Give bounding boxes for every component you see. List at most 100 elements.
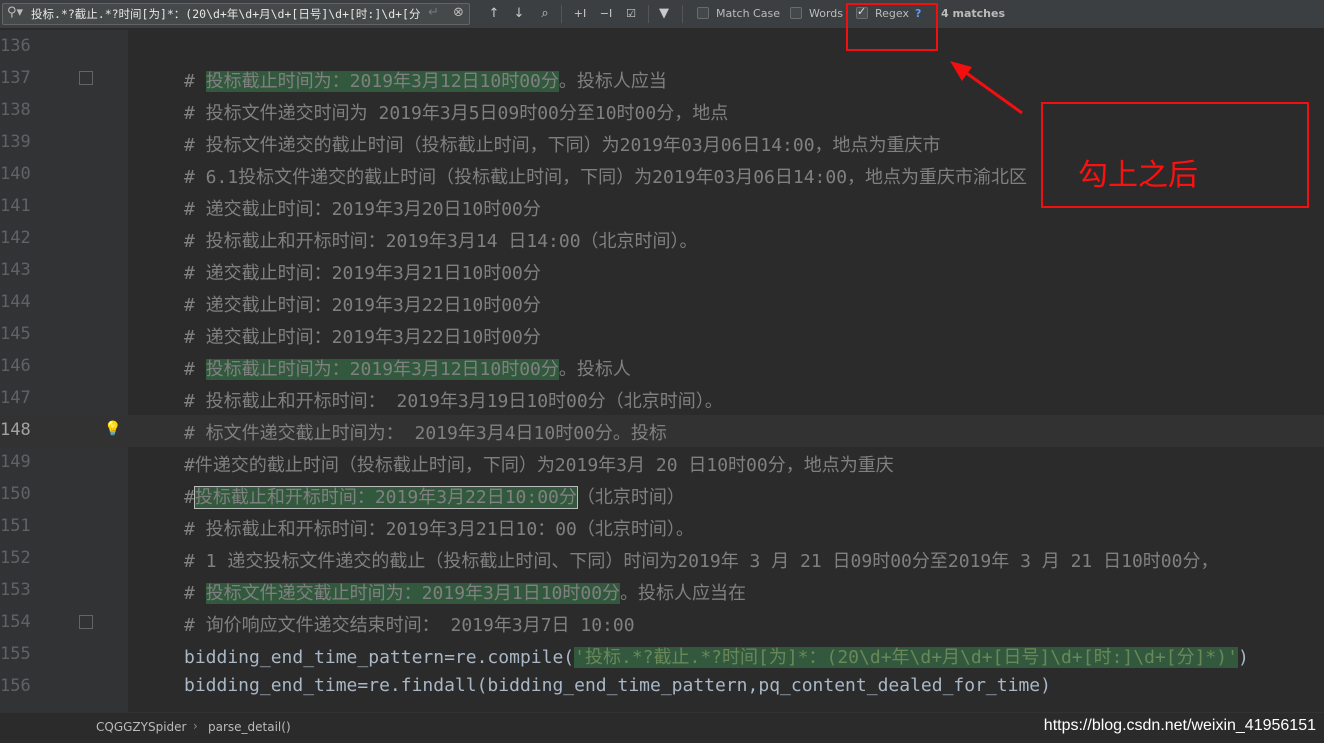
line-number: 136 (0, 36, 31, 56)
comment-prefix: # (184, 583, 206, 604)
code-text: # 递交截止时间：2019年3月21日10时00分 (184, 263, 541, 284)
newline-icon[interactable]: ↵ (428, 5, 439, 20)
code-line[interactable]: 145 # 递交截止时间：2019年3月22日10时00分 (0, 319, 1324, 351)
code-text: # 投标截止时间为：2019年3月12日10时00分。投标人 (184, 355, 631, 381)
line-number: 143 (0, 260, 31, 280)
next-match-icon[interactable]: ↓ (511, 4, 527, 24)
filter-icon[interactable]: ▼ (655, 4, 673, 24)
find-all-icon[interactable]: ⌕ (536, 4, 554, 24)
line-number: 147 (0, 388, 31, 408)
code-line[interactable]: 149 #件递交的截止时间（投标截止时间，下同）为2019年3月 20 日10时0… (0, 447, 1324, 479)
code-text: # 6.1投标文件递交的截止时间（投标截止时间，下同）为2019年03月06日1… (184, 167, 1028, 188)
code-line[interactable]: 147 # 投标截止和开标时间： 2019年3月19日10时00分（北京时间）。 (0, 383, 1324, 415)
words-label[interactable]: Words (809, 7, 843, 20)
regex-string-literal: '投标.*?截止.*?时间[为]*：(20\d+年\d+月\d+[日号]\d+[… (574, 647, 1238, 668)
breadcrumb-separator: › (193, 719, 198, 733)
match-case-checkbox[interactable] (697, 7, 709, 19)
code-text: # 询价响应文件递交结束时间： 2019年3月7日 10:00 (184, 615, 635, 636)
code-line[interactable]: 137 # 投标截止时间为：2019年3月12日10时00分。投标人应当 (0, 63, 1324, 95)
line-number: 150 (0, 484, 31, 504)
previous-match-icon[interactable]: ↑ (486, 4, 502, 24)
search-input[interactable] (31, 6, 421, 22)
code-segment: bidding_end_time_pattern=re.compile( (184, 647, 575, 668)
words-checkbox[interactable] (790, 7, 802, 19)
code-line[interactable]: 151 # 投标截止和开标时间：2019年3月21日10：00（北京时间）。 (0, 511, 1324, 543)
find-toolbar: ⚲▾ ↵ ⊗ ↑ ↓ ⌕ +I −I ☑ ▼ Match Case Words … (0, 0, 1324, 29)
comment-suffix: 。投标人应当 (558, 71, 667, 92)
code-segment: bidding_end_time=re.findall(bidding_end_… (184, 675, 1051, 696)
code-line[interactable]: 154 # 询价响应文件递交结束时间： 2019年3月7日 10:00 (0, 607, 1324, 639)
regex-match-highlight: 投标截止时间为：2019年3月12日10时00分 (205, 71, 559, 92)
line-number: 142 (0, 228, 31, 248)
code-text: # 投标截止和开标时间：2019年3月21日10：00（北京时间）。 (184, 519, 694, 540)
code-line[interactable]: 136 (0, 31, 1324, 63)
fold-marker-icon[interactable] (79, 615, 93, 629)
code-text: bidding_end_time_pattern=re.compile('投标.… (184, 643, 1249, 669)
code-text: # 投标截止时间为：2019年3月12日10时00分。投标人应当 (184, 67, 667, 93)
match-case-label[interactable]: Match Case (716, 7, 780, 20)
code-line[interactable]: 148 # 标文件递交截止时间为： 2019年3月4日10时00分。投标 💡 (0, 415, 1324, 447)
code-line[interactable]: 144 # 递交截止时间：2019年3月22日10时00分 (0, 287, 1324, 319)
line-number: 151 (0, 516, 31, 536)
line-number: 144 (0, 292, 31, 312)
code-text: # 递交截止时间：2019年3月22日10时00分 (184, 295, 541, 316)
line-number: 148 (0, 420, 31, 440)
watermark-url: https://blog.csdn.net/weixin_41956151 (1043, 717, 1316, 734)
comment-suffix: 。投标人 (558, 359, 631, 380)
line-number: 137 (0, 68, 31, 88)
regex-match-highlight: 投标截止时间为：2019年3月12日10时00分 (205, 359, 559, 380)
code-line[interactable]: 150 #投标截止和开标时间：2019年3月22日10:00分（北京时间） (0, 479, 1324, 511)
match-count: 4 matches (941, 7, 1005, 20)
line-number: 152 (0, 548, 31, 568)
code-text: # 投标文件递交时间为 2019年3月5日09时00分至10时00分，地点 (184, 103, 729, 124)
toolbar-separator (561, 5, 562, 23)
toolbar-separator (682, 5, 683, 23)
code-line[interactable]: 146 # 投标截止时间为：2019年3月12日10时00分。投标人 (0, 351, 1324, 383)
search-history-icon[interactable]: ⚲▾ (7, 5, 23, 20)
code-line[interactable]: 153 # 投标文件递交截止时间为：2019年3月1日10时00分。投标人应当在 (0, 575, 1324, 607)
code-line[interactable]: 142 # 投标截止和开标时间：2019年3月14 日14:00（北京时间）。 (0, 223, 1324, 255)
search-field[interactable]: ⚲▾ ↵ ⊗ (2, 3, 470, 25)
code-segment: ) (1237, 647, 1249, 668)
line-number: 138 (0, 100, 31, 120)
annotation-text: 勾上之后 (1078, 158, 1198, 193)
select-all-occurrences-icon[interactable]: ☑ (621, 4, 641, 24)
remove-occurrence-icon[interactable]: −I (596, 4, 616, 24)
code-text: # 投标文件递交截止时间为：2019年3月1日10时00分。投标人应当在 (184, 579, 746, 605)
annotation-box-regex (846, 3, 938, 51)
breadcrumb-method[interactable]: parse_detail() (208, 720, 291, 734)
code-line[interactable]: 156 bidding_end_time=re.findall(bidding_e… (0, 671, 1324, 703)
annotation-arrow-icon (950, 61, 1023, 115)
code-text: #件递交的截止时间（投标截止时间，下同）为2019年3月 20 日10时00分，… (184, 455, 894, 476)
line-number: 155 (0, 644, 31, 664)
line-number: 156 (0, 676, 31, 696)
code-text: #投标截止和开标时间：2019年3月22日10:00分（北京时间） (184, 483, 685, 509)
code-line[interactable]: 152 # 1 递交投标文件递交的截止（投标截止时间、下同）时间为2019年 3 … (0, 543, 1324, 575)
code-text: # 递交截止时间：2019年3月22日10时00分 (184, 327, 541, 348)
intention-bulb-icon[interactable]: 💡 (104, 421, 121, 437)
comment-prefix: # (184, 487, 195, 508)
add-occurrence-icon[interactable]: +I (570, 4, 590, 24)
clear-search-icon[interactable]: ⊗ (453, 5, 464, 20)
code-line[interactable]: 143 # 递交截止时间：2019年3月21日10时00分 (0, 255, 1324, 287)
line-number: 141 (0, 196, 31, 216)
code-text: # 投标截止和开标时间： 2019年3月19日10时00分（北京时间）。 (184, 391, 723, 412)
regex-match-highlight: 投标文件递交截止时间为：2019年3月1日10时00分 (205, 583, 621, 604)
line-number: 145 (0, 324, 31, 344)
code-text: # 递交截止时间：2019年3月20日10时00分 (184, 199, 541, 220)
toolbar-separator (648, 5, 649, 23)
fold-marker-icon[interactable] (79, 71, 93, 85)
code-text: # 投标截止和开标时间：2019年3月14 日14:00（北京时间）。 (184, 231, 698, 252)
comment-prefix: # (184, 71, 206, 92)
regex-match-highlight: 投标截止和开标时间：2019年3月22日10:00分 (193, 486, 578, 509)
code-text: # 投标文件递交的截止时间（投标截止时间，下同）为2019年03月06日14:0… (184, 135, 941, 156)
code-line[interactable]: 155 bidding_end_time_pattern=re.compile('… (0, 639, 1324, 671)
comment-suffix: （北京时间） (576, 487, 685, 508)
line-number: 149 (0, 452, 31, 472)
comment-prefix: # (184, 359, 206, 380)
code-text: bidding_end_time=re.findall(bidding_end_… (184, 675, 1051, 696)
line-number: 154 (0, 612, 31, 632)
line-number: 140 (0, 164, 31, 184)
line-number: 146 (0, 356, 31, 376)
breadcrumb-class[interactable]: CQGGZYSpider (96, 720, 186, 734)
